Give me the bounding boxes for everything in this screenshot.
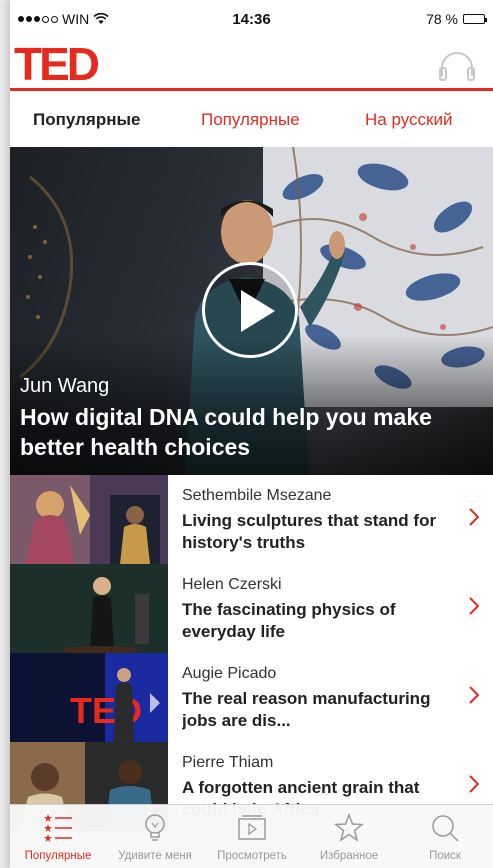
chevron-right-icon <box>469 686 479 704</box>
talk-title: The real reason manufacturing jobs are d… <box>182 689 431 730</box>
tab-popular-active[interactable]: Популярные <box>33 110 140 130</box>
talk-speaker: Sethembile Msezane <box>182 487 332 504</box>
talk-thumbnail <box>10 475 168 564</box>
talk-row[interactable]: Helen Czerski The fascinating physics of… <box>10 564 493 654</box>
chevron-right-icon <box>469 597 479 615</box>
tabbar-browse[interactable]: Просмотреть <box>204 805 300 868</box>
tabbar-popular[interactable]: Популярные <box>10 805 106 868</box>
talk-title: The fascinating physics of everyday life <box>182 600 396 641</box>
play-button[interactable] <box>202 262 298 358</box>
chevron-right-icon <box>469 508 479 526</box>
tabbar-label: Популярные <box>24 850 92 862</box>
tabbar-label: Поиск <box>429 850 461 862</box>
app-header: TED <box>10 38 493 90</box>
status-time: 14:36 <box>232 11 271 28</box>
tabbar-surprise[interactable]: Удивите меня <box>107 805 203 868</box>
lightbulb-icon <box>145 814 165 841</box>
talk-thumbnail <box>10 564 168 653</box>
talk-speaker: Pierre Thiam <box>182 754 274 771</box>
tab-popular[interactable]: Популярные <box>201 110 300 130</box>
tabbar-search[interactable]: Поиск <box>397 805 493 868</box>
talk-row[interactable]: TED Augie Picado The real reason manufac… <box>10 653 493 743</box>
bottom-tab-bar: Популярные Удивите меня Просмотреть Избр… <box>10 804 493 868</box>
headphones-icon[interactable] <box>437 48 477 82</box>
talk-thumbnail: TED <box>10 653 168 742</box>
talk-title: Living sculptures that stand for history… <box>182 511 437 552</box>
featured-talk[interactable]: Jun Wang How digital DNA could help you … <box>10 147 493 475</box>
browse-icon <box>238 815 266 840</box>
talk-speaker: Augie Picado <box>182 665 277 682</box>
talk-speaker: Helen Czerski <box>182 576 282 593</box>
tabbar-label: Избранное <box>319 850 379 862</box>
hero-speaker: Jun Wang <box>20 375 110 397</box>
tabbar-favorites[interactable]: Избранное <box>301 805 397 868</box>
category-tabs: Популярные Популярные На русский <box>10 91 493 147</box>
talk-row[interactable]: Sethembile Msezane Living sculptures tha… <box>10 475 493 565</box>
ted-logo: TED <box>14 42 102 86</box>
tabbar-label: Удивите меня <box>118 850 192 862</box>
hero-title[interactable]: How digital DNA could help you make bett… <box>20 402 490 462</box>
tabbar-label: Просмотреть <box>217 850 287 862</box>
battery-percent: 78 % <box>426 11 458 27</box>
star-icon <box>334 813 364 842</box>
list-icon <box>44 814 72 842</box>
logo-text: TED <box>14 42 99 86</box>
search-icon <box>432 815 459 842</box>
app-screen: WIN 14:36 78 % TED Популярные Популярные… <box>10 0 493 868</box>
tab-russian[interactable]: На русский <box>365 110 452 130</box>
chevron-right-icon <box>469 775 479 793</box>
status-bar: WIN 14:36 78 % <box>10 0 493 38</box>
battery-icon <box>463 14 487 24</box>
battery-area: 78 % <box>426 11 487 27</box>
